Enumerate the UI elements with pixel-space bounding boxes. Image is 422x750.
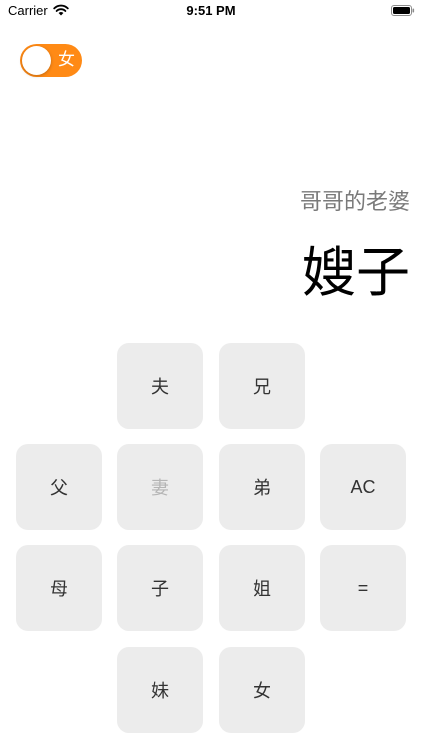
key-wife[interactable]: 妻 <box>117 444 203 530</box>
key-younger-sister[interactable]: 妹 <box>117 647 203 733</box>
key-label: 父 <box>50 478 68 499</box>
key-elder-sister[interactable]: 姐 <box>219 545 305 631</box>
key-label: 母 <box>50 579 68 600</box>
key-elder-brother[interactable]: 兄 <box>219 343 305 429</box>
key-label: 女 <box>253 681 271 702</box>
key-label: 弟 <box>253 478 271 499</box>
toggle-knob[interactable] <box>22 46 51 75</box>
gender-toggle[interactable]: 女 <box>20 44 82 77</box>
key-label: 姐 <box>253 579 271 600</box>
key-label: 兄 <box>253 377 271 398</box>
status-bar: Carrier 9:51 PM <box>0 0 422 22</box>
key-husband[interactable]: 夫 <box>117 343 203 429</box>
clock-time: 9:51 PM <box>186 3 236 18</box>
equals-button[interactable]: = <box>320 545 406 631</box>
key-mother[interactable]: 母 <box>16 545 102 631</box>
toggle-label: 女 <box>58 50 75 70</box>
key-label: 夫 <box>151 377 169 398</box>
key-label: 子 <box>151 579 169 600</box>
key-younger-brother[interactable]: 弟 <box>219 444 305 530</box>
key-son[interactable]: 子 <box>117 545 203 631</box>
battery-icon <box>391 5 415 16</box>
key-label: AC <box>350 476 376 497</box>
key-father[interactable]: 父 <box>16 444 102 530</box>
clear-button[interactable]: AC <box>320 444 406 530</box>
key-label: 妹 <box>151 681 169 702</box>
relation-expression: 哥哥的老婆 <box>299 190 410 215</box>
key-label: = <box>357 577 369 598</box>
key-daughter[interactable]: 女 <box>219 647 305 733</box>
relation-result: 嫂子 <box>302 241 410 304</box>
key-label: 妻 <box>151 478 169 499</box>
